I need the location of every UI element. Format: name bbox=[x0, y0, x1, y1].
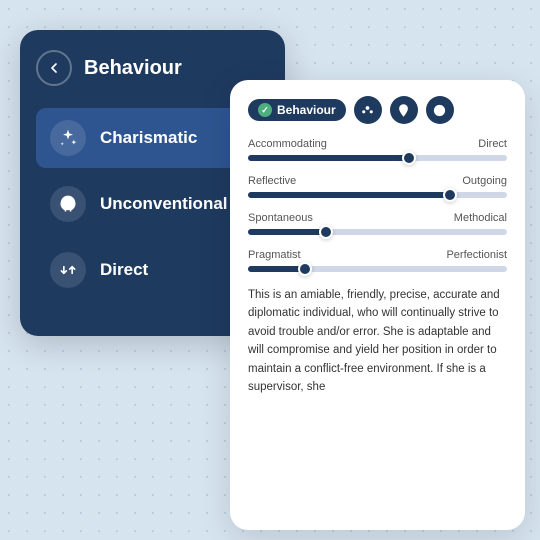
slider-fill-2 bbox=[248, 229, 326, 235]
description-text: This is an amiable, friendly, precise, a… bbox=[248, 286, 507, 396]
unconventional-label: Unconventional bbox=[100, 194, 228, 214]
check-icon: ✓ bbox=[258, 103, 272, 117]
charismatic-label: Charismatic bbox=[100, 128, 197, 148]
sliders-section: Accommodating Direct Reflective Outgoing… bbox=[248, 138, 507, 272]
left-card-header: Behaviour bbox=[36, 50, 269, 86]
slider-left-label-1: Reflective bbox=[248, 175, 296, 187]
slider-labels-1: Reflective Outgoing bbox=[248, 175, 507, 187]
slider-left-label-3: Pragmatist bbox=[248, 249, 301, 261]
slider-labels-3: Pragmatist Perfectionist bbox=[248, 249, 507, 261]
slider-right-label-1: Outgoing bbox=[462, 175, 507, 187]
slider-right-label-2: Methodical bbox=[454, 212, 507, 224]
behaviour-badge: ✓ Behaviour bbox=[248, 99, 346, 121]
icon-badge-3 bbox=[426, 96, 454, 124]
right-detail-card: ✓ Behaviour Accommodating Direct Reflect… bbox=[230, 80, 525, 530]
slider-fill-0 bbox=[248, 155, 409, 161]
slider-row-0: Accommodating Direct bbox=[248, 138, 507, 161]
slider-track-2[interactable] bbox=[248, 229, 507, 235]
slider-thumb-2[interactable] bbox=[319, 225, 333, 239]
slider-labels-0: Accommodating Direct bbox=[248, 138, 507, 150]
slider-thumb-0[interactable] bbox=[402, 151, 416, 165]
slider-left-label-2: Spontaneous bbox=[248, 212, 313, 224]
slider-fill-1 bbox=[248, 192, 450, 198]
charismatic-icon bbox=[50, 120, 86, 156]
slider-thumb-3[interactable] bbox=[298, 262, 312, 276]
right-card-header: ✓ Behaviour bbox=[248, 96, 507, 124]
slider-right-label-0: Direct bbox=[478, 138, 507, 150]
slider-labels-2: Spontaneous Methodical bbox=[248, 212, 507, 224]
slider-right-label-3: Perfectionist bbox=[446, 249, 507, 261]
icon-badge-1 bbox=[354, 96, 382, 124]
direct-label: Direct bbox=[100, 260, 148, 280]
slider-track-1[interactable] bbox=[248, 192, 507, 198]
icon-badge-2 bbox=[390, 96, 418, 124]
slider-fill-3 bbox=[248, 266, 305, 272]
slider-track-3[interactable] bbox=[248, 266, 507, 272]
slider-row-3: Pragmatist Perfectionist bbox=[248, 249, 507, 272]
slider-track-0[interactable] bbox=[248, 155, 507, 161]
back-button[interactable] bbox=[36, 50, 72, 86]
direct-icon bbox=[50, 252, 86, 288]
slider-left-label-0: Accommodating bbox=[248, 138, 327, 150]
badge-label: Behaviour bbox=[277, 103, 336, 117]
slider-row-1: Reflective Outgoing bbox=[248, 175, 507, 198]
unconventional-icon bbox=[50, 186, 86, 222]
left-card-title: Behaviour bbox=[84, 57, 182, 80]
slider-thumb-1[interactable] bbox=[443, 188, 457, 202]
slider-row-2: Spontaneous Methodical bbox=[248, 212, 507, 235]
